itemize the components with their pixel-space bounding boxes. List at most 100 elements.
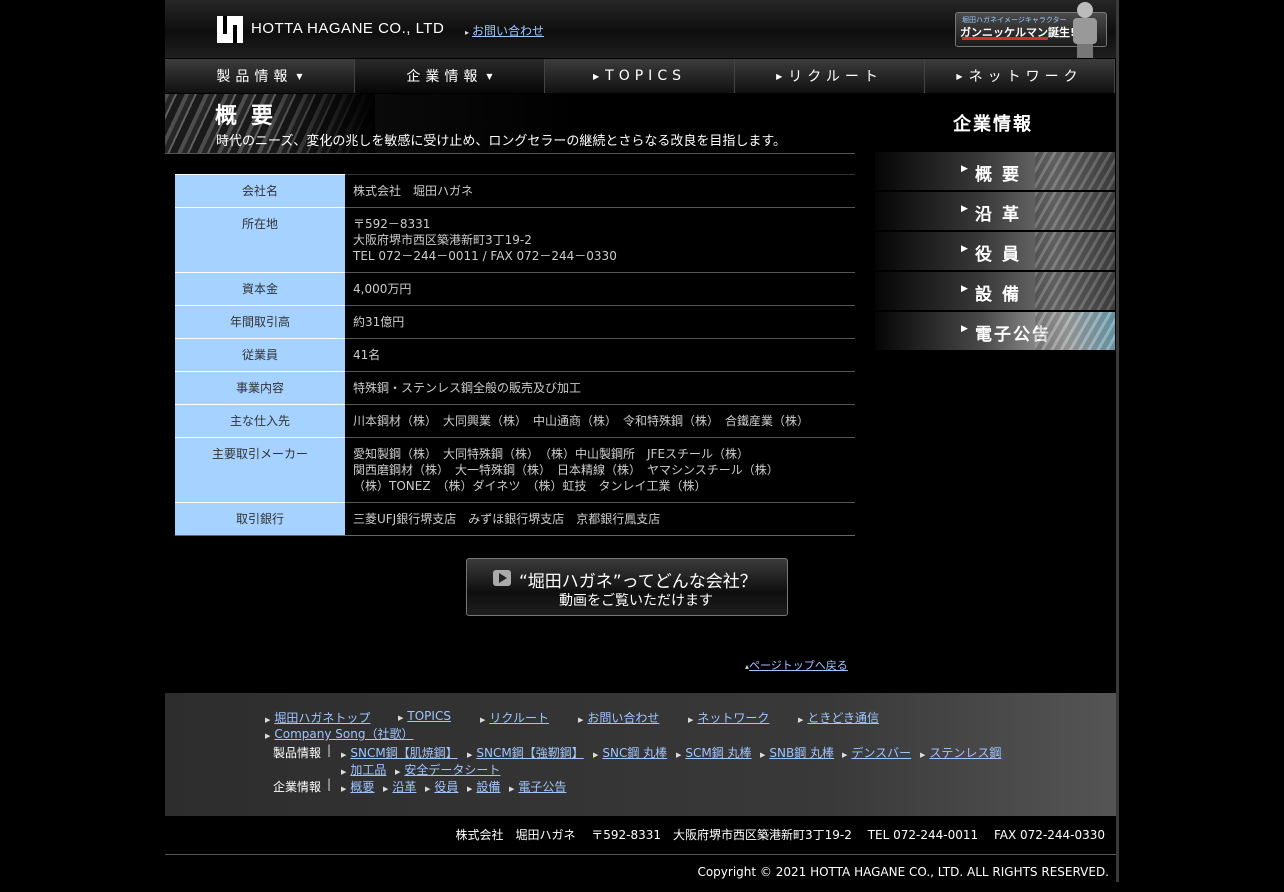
footer-product-link[interactable]: ▶ SNC鋼 丸棒 — [593, 744, 667, 761]
footer-divider — [165, 854, 1116, 855]
sidebar-item-label: 沿革 — [975, 205, 1029, 225]
sidebar-item-officers[interactable]: ▶ 役員 — [875, 232, 1115, 270]
footer-company-link[interactable]: ▶ 概要 — [341, 778, 374, 795]
nav-label: TOPICS — [605, 68, 686, 84]
row-value: 〒592－8331 大阪府堺市西区築港新町3丁19-2 TEL 072－244－… — [345, 207, 855, 273]
company-info-table: 会社名 株式会社 堀田ハガネ 所在地 〒592－8331 大阪府堺市西区築港新町… — [175, 174, 855, 536]
footer-link-network[interactable]: ▶ ネットワーク — [688, 709, 769, 726]
triangle-right-icon: ▶ — [798, 716, 804, 724]
sidebar-item-label: 概要 — [975, 165, 1029, 185]
triangle-right-icon: ▶ — [383, 785, 389, 793]
footer-company-link[interactable]: ▶ 設備 — [467, 778, 500, 795]
triangle-right-icon: ▶ — [961, 244, 968, 254]
footer-product-link[interactable]: ▶ SNCM鋼【強靭鋼】 — [467, 744, 584, 761]
table-row: 所在地 〒592－8331 大阪府堺市西区築港新町3丁19-2 TEL 072－… — [175, 207, 855, 273]
triangle-right-icon: ▶ — [395, 768, 401, 776]
triangle-right-icon: ▶ — [398, 714, 404, 722]
nav-company[interactable]: 企業情報 ▼ — [355, 59, 545, 93]
footer-company-link[interactable]: ▶ 電子公告 — [509, 778, 566, 795]
divider: | — [327, 743, 332, 757]
triangle-right-icon: ▶ — [578, 716, 584, 724]
footer-product-link[interactable]: ▶ デンスバー — [842, 744, 911, 761]
logo-text[interactable]: HOTTA HAGANE CO., LTD — [251, 20, 444, 37]
footer-company-link[interactable]: ▶ 沿革 — [383, 778, 416, 795]
triangle-right-icon: ▶ — [265, 716, 271, 724]
triangle-right-icon: ▸ — [465, 28, 470, 37]
page-title: 概要 — [215, 104, 288, 129]
robot-mascot-icon[interactable] — [1067, 2, 1103, 58]
divider: | — [327, 777, 332, 791]
contact-link[interactable]: お問い合わせ — [472, 24, 544, 38]
sidebar-item-history[interactable]: ▶ 沿革 — [875, 192, 1115, 230]
row-label: 事業内容 — [175, 371, 345, 405]
triangle-right-icon: ▶ — [760, 751, 766, 759]
logo-icon[interactable] — [217, 16, 243, 43]
nav-recruit[interactable]: ▶ リクルート — [735, 59, 925, 93]
video-button-caption: 動画をご覧いただけます — [559, 593, 713, 609]
header-contact[interactable]: ▸ お問い合わせ — [465, 22, 544, 39]
nav-topics[interactable]: ▶ TOPICS — [545, 59, 735, 93]
address-street: 大阪府堺市西区築港新町3丁19-2 — [353, 233, 532, 247]
footer-company-link[interactable]: ▶ 役員 — [425, 778, 458, 795]
triangle-right-icon: ▶ — [961, 204, 968, 214]
row-value: 愛知製鋼（株） 大同特殊鋼（株） （株）中山製鋼所 JFEスチール（株） 関西磨… — [345, 437, 855, 503]
triangle-right-icon: ▶ — [480, 716, 486, 724]
footer-link-top[interactable]: ▶ 堀田ハガネトップ — [265, 709, 370, 726]
sidebar-item-label: 電子公告 — [975, 325, 1051, 345]
triangle-right-icon: ▶ — [467, 751, 473, 759]
nav-network[interactable]: ▶ ネットワーク — [925, 59, 1115, 93]
triangle-right-icon: ▶ — [961, 284, 968, 294]
table-row: 主要取引メーカー 愛知製鋼（株） 大同特殊鋼（株） （株）中山製鋼所 JFEスチ… — [175, 437, 855, 503]
sidebar-item-label: 役員 — [975, 245, 1029, 265]
triangle-right-icon: ▶ — [593, 71, 600, 81]
row-label: 会社名 — [175, 174, 345, 208]
table-row: 会社名 株式会社 堀田ハガネ — [175, 174, 855, 208]
copyright: Copyright © 2021 HOTTA HAGANE CO., LTD. … — [697, 865, 1109, 879]
site-header: HOTTA HAGANE CO., LTD ▸ お問い合わせ 堀田ハガネイメージキ… — [165, 0, 1116, 58]
chevron-down-icon: ▼ — [486, 71, 493, 81]
sidebar-item-equipment[interactable]: ▶ 設備 — [875, 272, 1115, 310]
page-top-link[interactable]: ページトップへ戻る — [749, 659, 848, 672]
nav-label: 企業情報 — [406, 69, 483, 85]
triangle-right-icon: ▶ — [341, 751, 347, 759]
triangle-right-icon: ▶ — [265, 732, 271, 740]
nav-products[interactable]: 製品情報 ▼ — [165, 59, 355, 93]
footer-link-tokidoki[interactable]: ▶ ときどき通信 — [798, 709, 879, 726]
footer-link-contact[interactable]: ▶ お問い合わせ — [578, 709, 659, 726]
row-label: 年間取引高 — [175, 305, 345, 339]
footer-link-company-song[interactable]: ▶ Company Song（社歌） — [265, 725, 413, 742]
sidebar-item-overview[interactable]: ▶ 概要 — [875, 152, 1115, 190]
footer-product-link[interactable]: ▶ SNCM鋼【肌焼鋼】 — [341, 744, 458, 761]
footer-link-recruit[interactable]: ▶ リクルート — [480, 709, 549, 726]
footer-link-topics[interactable]: ▶ TOPICS — [398, 709, 451, 723]
maker-line: 関西磨鋼材（株） 大一特殊鋼（株） 日本精線（株） ヤマシンスチール（株） — [353, 463, 779, 477]
page-top[interactable]: ▴ページトップへ戻る — [745, 657, 848, 673]
sidebar-menu: ▶ 概要 ▶ 沿革 ▶ 役員 ▶ 設備 ▶ 電子公告 — [875, 152, 1115, 352]
footer-product-link[interactable]: ▶ ステンレス鋼 — [920, 744, 1001, 761]
triangle-right-icon: ▶ — [509, 785, 515, 793]
table-row: 取引銀行 三菱UFJ銀行堺支店 みずほ銀行堺支店 京都銀行鳳支店 — [175, 502, 855, 536]
triangle-right-icon: ▶ — [467, 785, 473, 793]
row-label: 従業員 — [175, 338, 345, 372]
sidebar-item-label: 設備 — [975, 285, 1029, 305]
chevron-down-icon: ▼ — [296, 71, 303, 81]
page-title-band: 概要 時代のニーズ、変化の兆しを敏感に受け止め、ロングセラーの継続とさらなる改良… — [165, 94, 855, 154]
triangle-right-icon: ▶ — [341, 768, 347, 776]
triangle-right-icon: ▶ — [961, 164, 968, 174]
row-label: 取引銀行 — [175, 502, 345, 536]
sidebar-item-e-notice[interactable]: ▶ 電子公告 — [875, 312, 1115, 350]
nav-label: 製品情報 — [216, 69, 293, 85]
nav-label: リクルート — [788, 69, 883, 85]
footer-product-link[interactable]: ▶ SNB鋼 丸棒 — [760, 744, 834, 761]
footer-product-link[interactable]: ▶ SCM鋼 丸棒 — [676, 744, 752, 761]
row-value: 4,000万円 — [345, 272, 855, 306]
footer-product-link[interactable]: ▶ 加工品 — [341, 761, 386, 778]
triangle-right-icon: ▶ — [961, 324, 968, 334]
nav-label: ネットワーク — [968, 69, 1083, 85]
triangle-right-icon: ▶ — [341, 785, 347, 793]
table-row: 事業内容 特殊鋼・ステンレス鋼全般の販売及び加工 — [175, 371, 855, 405]
footer-product-link[interactable]: ▶ 安全データシート — [395, 761, 500, 778]
row-label: 所在地 — [175, 207, 345, 273]
row-label: 資本金 — [175, 272, 345, 306]
company-video-button[interactable]: “堀田ハガネ”ってどんな会社？ 動画をご覧いただけます — [466, 558, 788, 616]
